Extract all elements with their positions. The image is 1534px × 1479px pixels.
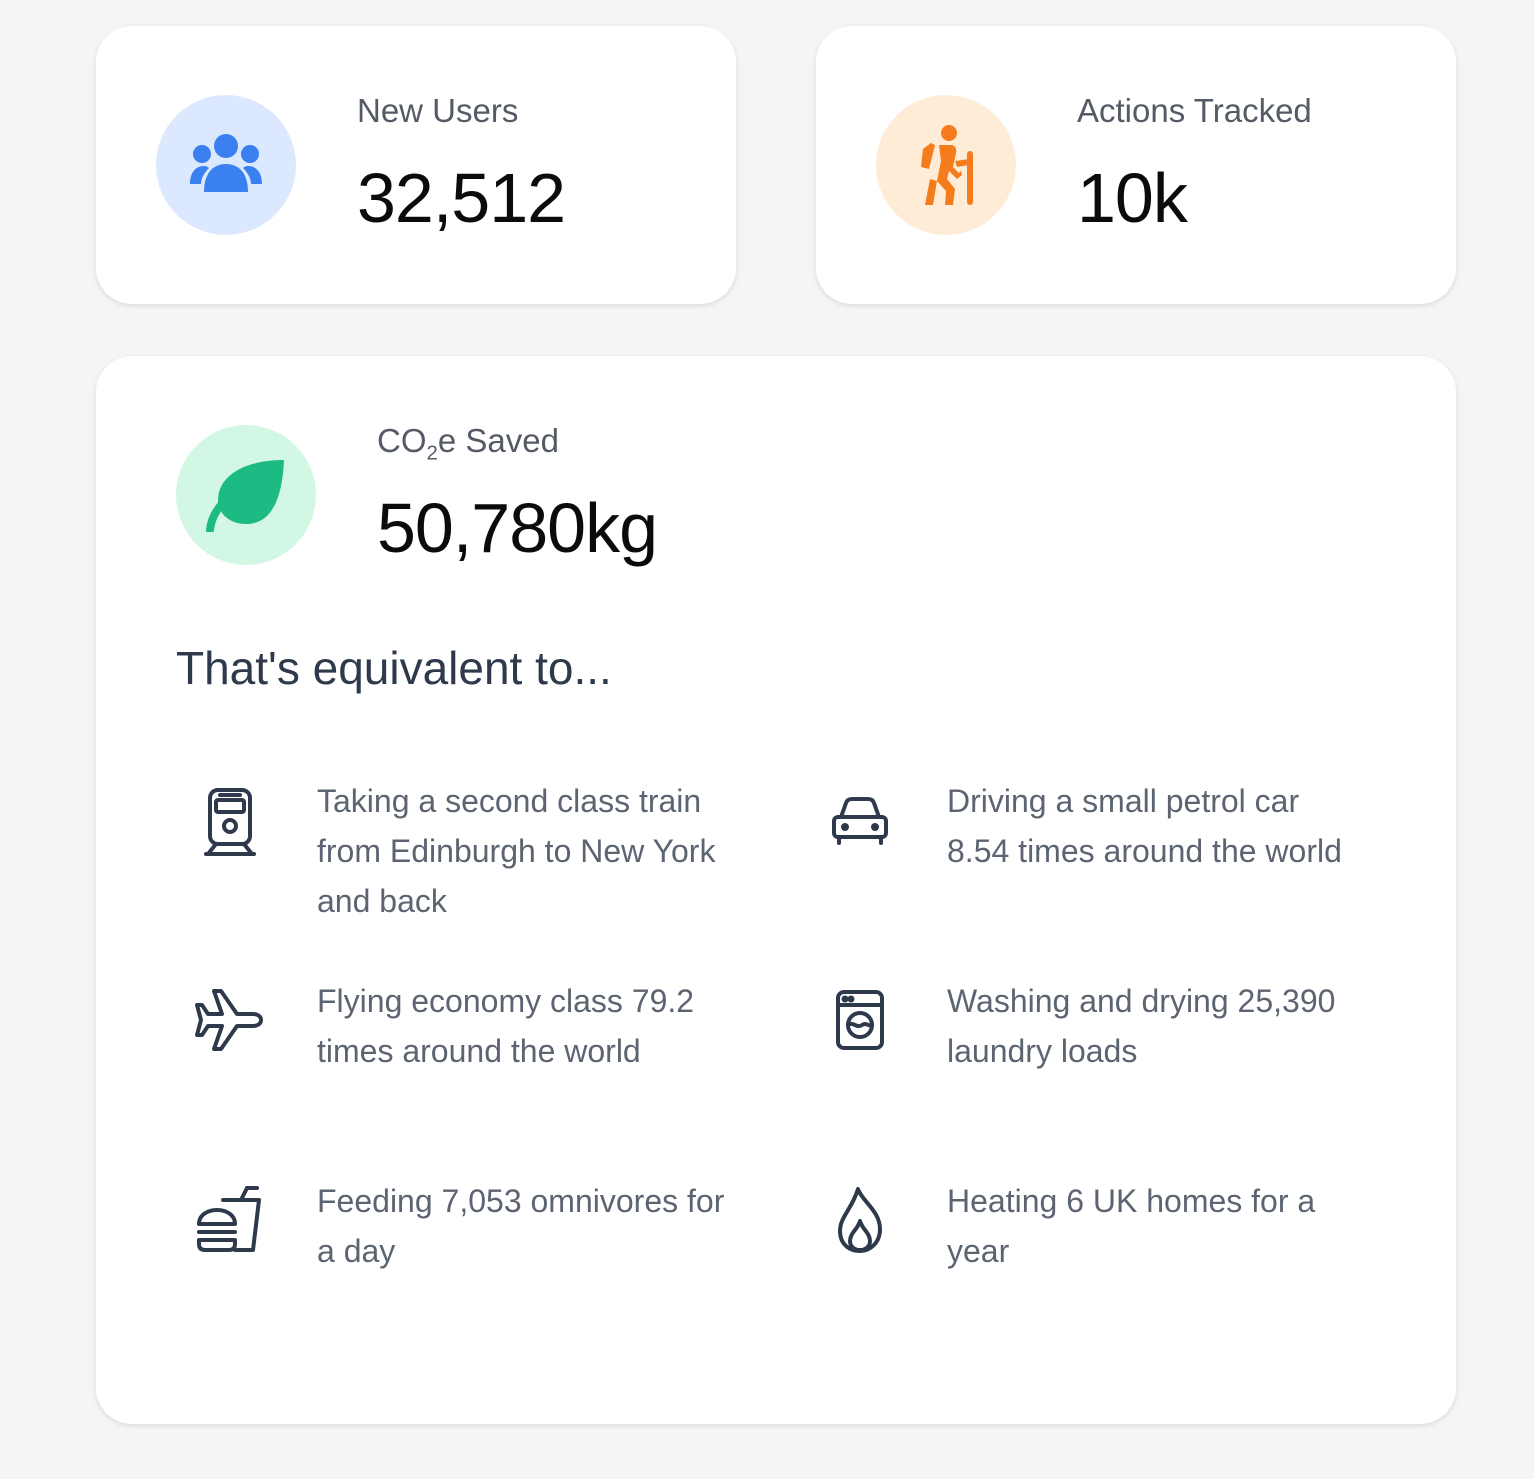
airplane-icon <box>194 984 266 1056</box>
new-users-value: 32,512 <box>357 159 566 237</box>
equivalent-laundry-text: Washing and drying 25,390 laundry loads <box>947 983 1336 1069</box>
washing-machine-icon <box>824 984 896 1056</box>
flame-icon <box>824 1184 896 1256</box>
co2-saved-card: CO2e Saved 50,780kg That's equivalent to… <box>96 356 1456 1424</box>
equivalent-heating-text: Heating 6 UK homes for a year <box>947 1183 1316 1269</box>
users-icon-circle <box>156 95 296 235</box>
leaf-icon <box>206 460 284 532</box>
users-group-icon <box>190 134 262 192</box>
hiker-icon <box>921 125 973 205</box>
equivalents-heading: That's equivalent to... <box>176 642 612 694</box>
co2-label-suffix: e Saved <box>437 422 559 459</box>
co2-label-subscript: 2 <box>426 441 438 465</box>
actions-tracked-value: 10k <box>1077 159 1188 237</box>
new-users-card: New Users 32,512 <box>96 26 736 304</box>
equivalent-food-text: Feeding 7,053 omnivores for a day <box>317 1183 725 1269</box>
co2-saved-value: 50,780kg <box>377 489 658 567</box>
co2-label-prefix: CO <box>377 422 427 459</box>
fast-food-icon <box>194 1184 266 1256</box>
co2-saved-label: CO2e Saved <box>377 422 559 466</box>
equivalent-car-text: Driving a small petrol car 8.54 times ar… <box>947 783 1342 869</box>
equivalent-flight-text: Flying economy class 79.2 times around t… <box>317 983 695 1069</box>
new-users-label: New Users <box>357 92 519 129</box>
train-icon <box>194 786 266 858</box>
equivalent-train-text: Taking a second class train from Edinbur… <box>317 783 716 919</box>
co2-icon-circle <box>176 425 316 565</box>
actions-tracked-card: Actions Tracked 10k <box>816 26 1456 304</box>
actions-tracked-label: Actions Tracked <box>1077 92 1312 129</box>
actions-icon-circle <box>876 95 1016 235</box>
car-icon <box>824 786 896 858</box>
